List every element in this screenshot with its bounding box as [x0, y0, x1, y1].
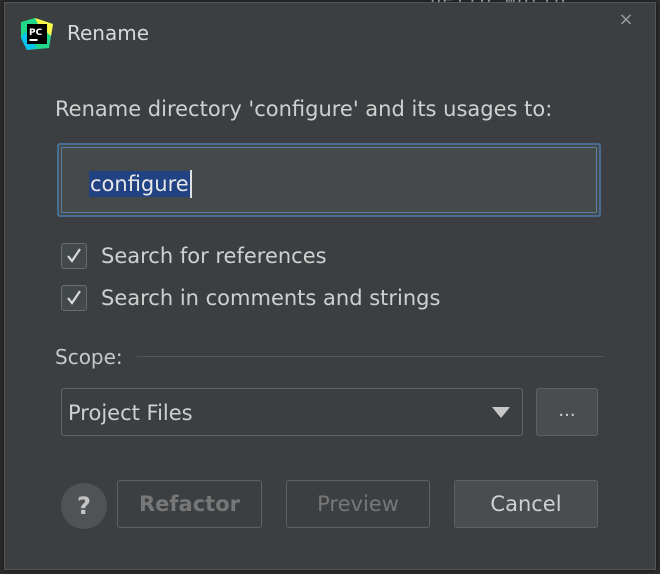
scope-label: Scope: — [55, 345, 123, 369]
rename-dialog: PC Rename × Rename directory 'configure'… — [4, 2, 656, 570]
help-button[interactable]: ? — [61, 483, 107, 529]
scope-dropdown[interactable]: Project Files — [61, 388, 523, 436]
search-comments-label[interactable]: Search in comments and strings — [101, 286, 440, 310]
refactor-button[interactable]: Refactor — [117, 480, 262, 528]
app-icon-label: PC — [29, 28, 43, 38]
close-icon[interactable]: × — [617, 11, 635, 29]
search-references-checkbox[interactable] — [61, 243, 87, 269]
screenshot-frame: hello world PC Rename × Rename directory… — [0, 0, 669, 583]
chevron-down-icon — [492, 407, 510, 418]
checkmark-icon — [67, 290, 81, 305]
scope-separator — [137, 356, 604, 357]
option-search-references[interactable]: Search for references — [61, 241, 327, 271]
scope-selected-value: Project Files — [68, 401, 193, 425]
dialog-title: Rename — [67, 21, 150, 45]
cancel-button[interactable]: Cancel — [454, 480, 598, 528]
rename-prompt: Rename directory 'configure' and its usa… — [55, 97, 553, 121]
pycharm-logo-icon: PC — [21, 18, 53, 50]
scope-more-button[interactable]: ... — [536, 388, 598, 436]
text-caret — [190, 170, 192, 198]
new-name-selected-text[interactable]: configure — [89, 171, 190, 197]
search-references-label[interactable]: Search for references — [101, 244, 327, 268]
search-comments-checkbox[interactable] — [61, 285, 87, 311]
option-search-comments[interactable]: Search in comments and strings — [61, 283, 440, 313]
new-name-field[interactable]: configure — [57, 143, 601, 217]
checkmark-icon — [67, 248, 81, 263]
new-name-field-inner: configure — [61, 147, 597, 213]
preview-button[interactable]: Preview — [286, 480, 430, 528]
